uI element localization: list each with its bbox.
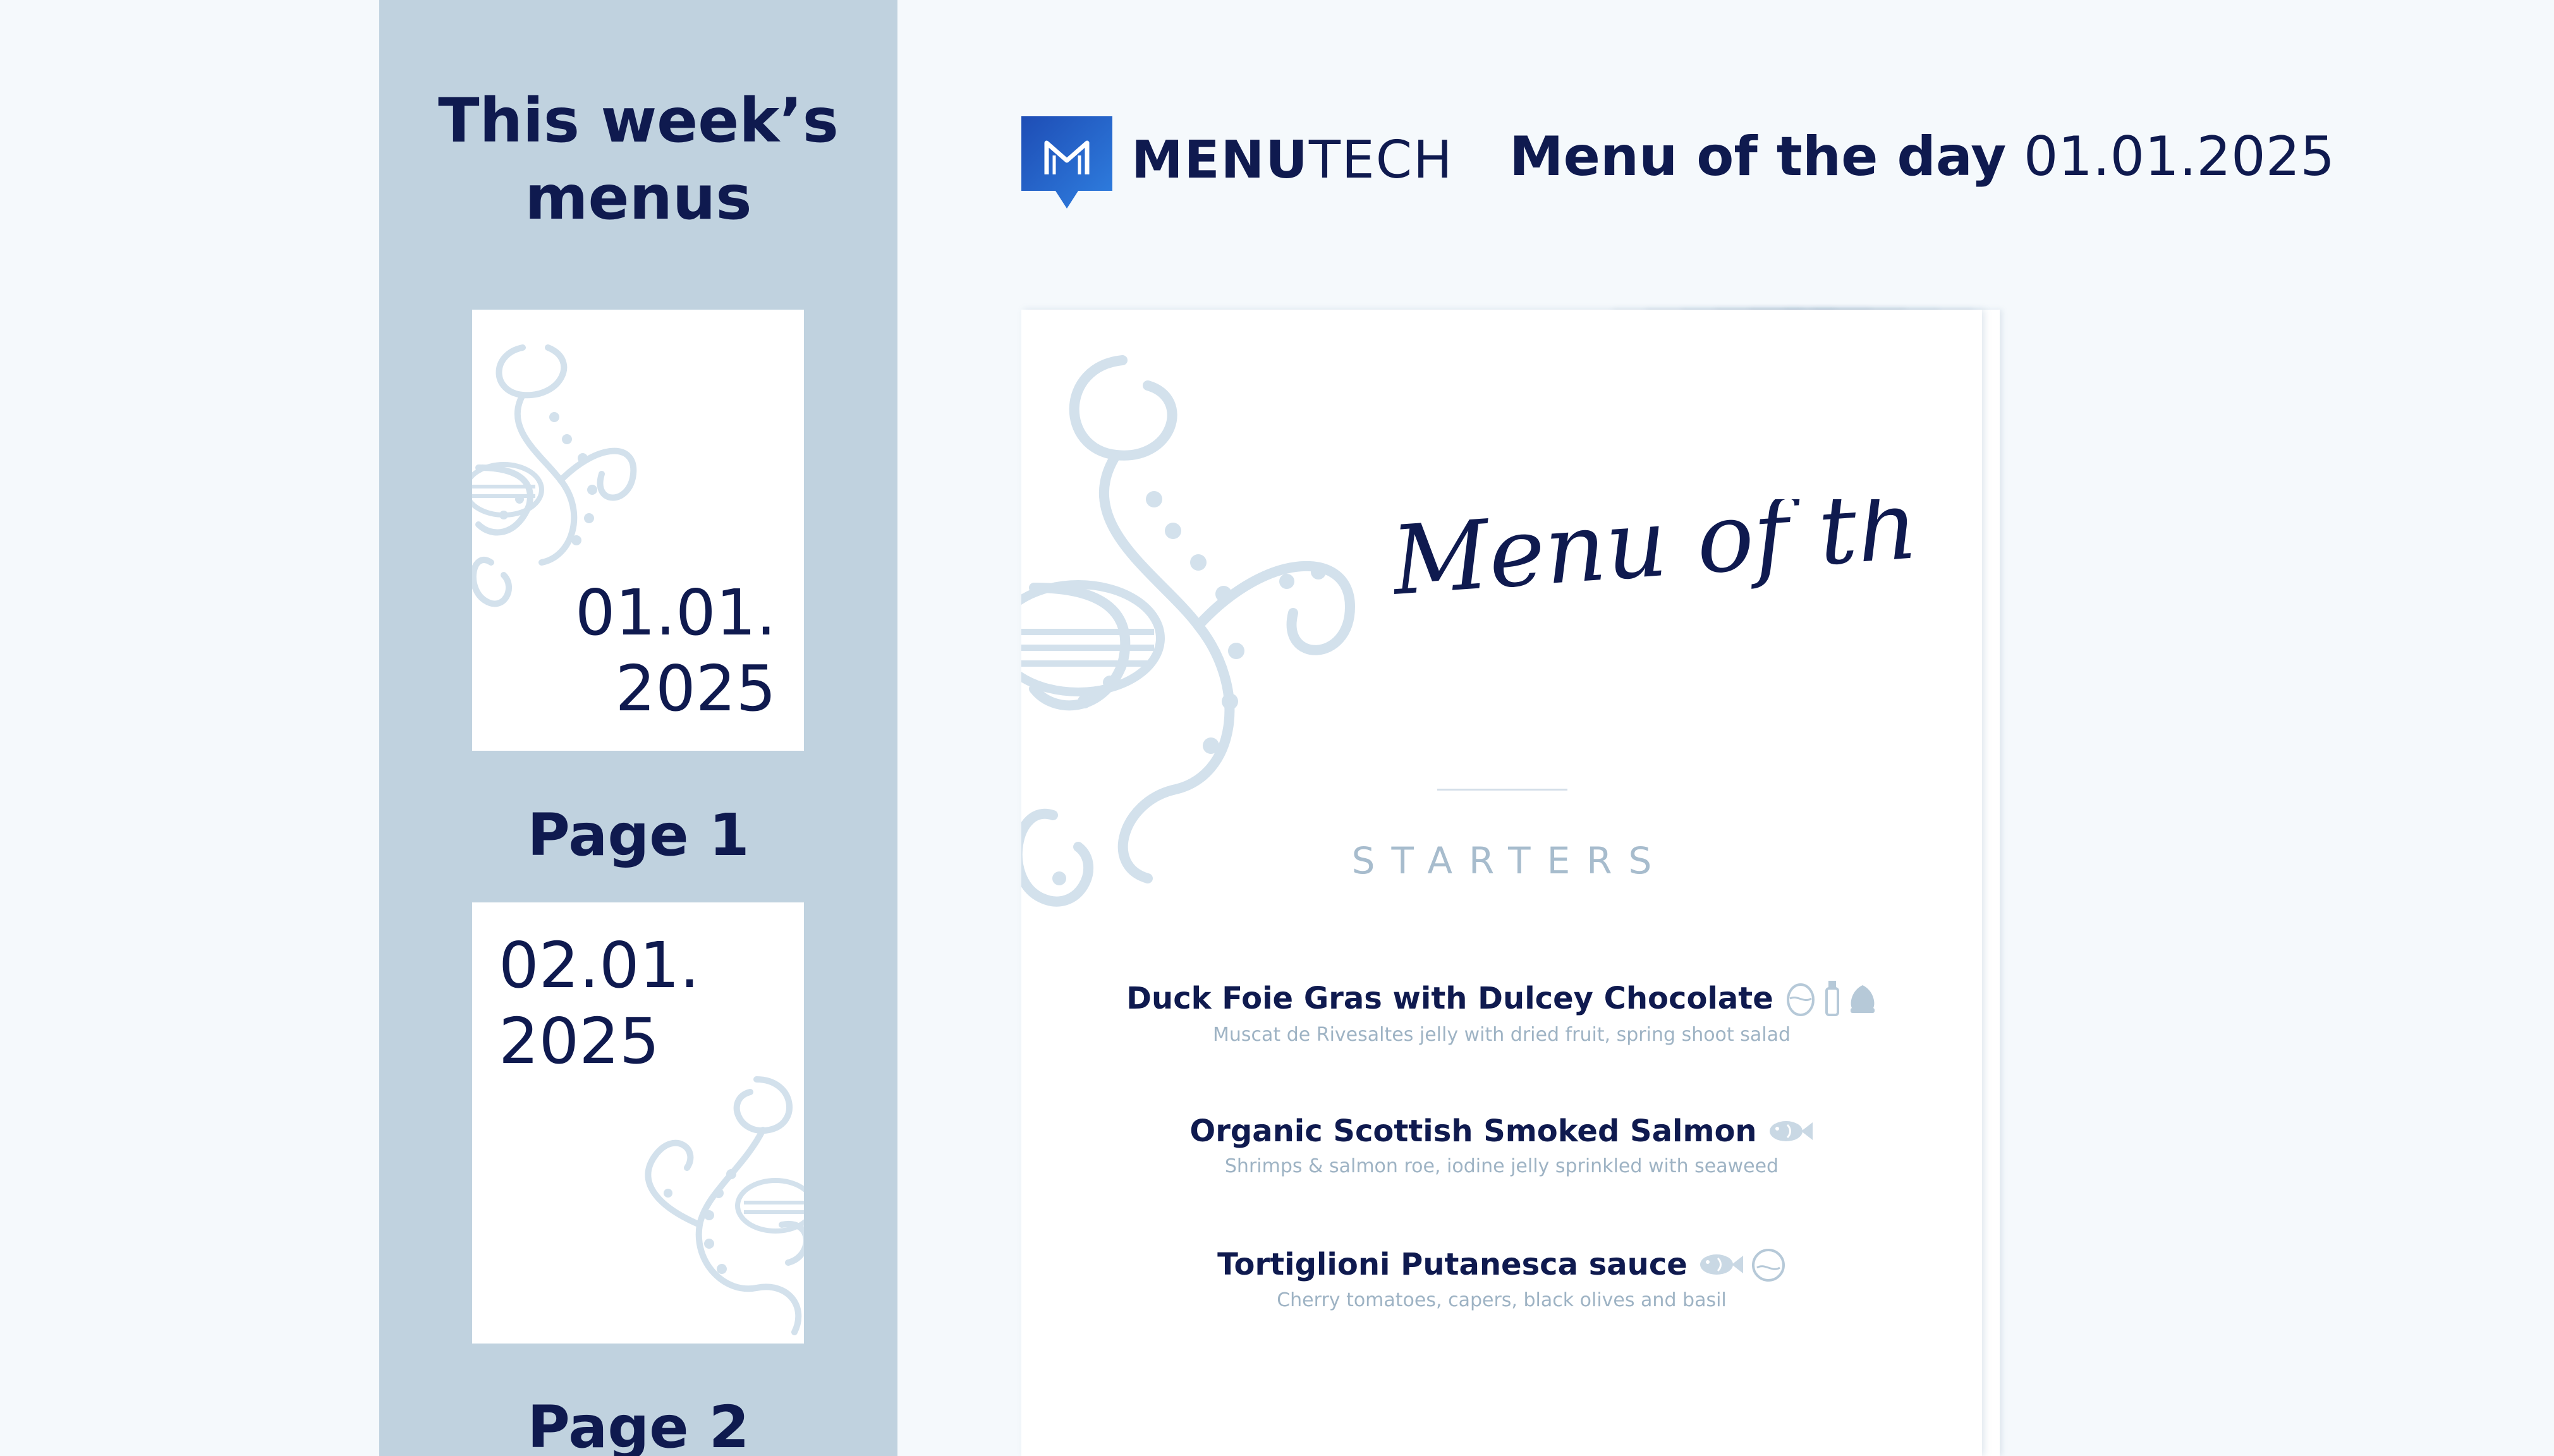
page-1-date: 01.01. 2025 [575,576,776,725]
dish-description: Cherry tomatoes, capers, black olives an… [1277,1289,1727,1311]
dish-name: Organic Scottish Smoked Salmon [1189,1113,1757,1149]
menu-item[interactable]: Organic Scottish Smoked Salmon Shrimps &… [1021,1113,1982,1177]
page-2-date: 02.01. 2025 [499,928,700,1078]
page-1-thumbnail[interactable]: 01.01. 2025 [472,310,804,751]
milk-bottle-icon [1825,981,1839,1016]
sidebar-title: This week’s menus [438,85,839,233]
brand-name-bold: MENU [1131,130,1309,190]
page-1-label[interactable]: Page 1 [379,801,897,869]
dish-description: Muscat de Rivesaltes jelly with dried fr… [1213,1024,1791,1046]
page-title-label: Menu of the day [1509,125,2007,188]
dish-description: Shrimps & salmon roe, iodine jelly sprin… [1224,1155,1779,1177]
section-title: STARTERS [1351,839,1669,882]
fish-icon [1769,1121,1813,1141]
menutech-logo-icon [1021,116,1112,209]
brand-name-light: TECH [1308,130,1454,190]
page-title: Menu of the day 01.01.2025 [1509,125,2335,188]
octopus-illustration [645,1076,804,1335]
menu-page: Menu of the day STARTERS Duck Foie Gras … [1021,310,1982,1456]
dish-name: Duck Foie Gras with Dulcey Chocolate [1126,981,1773,1016]
page-2-thumbnail[interactable]: 02.01. 2025 [472,902,804,1344]
menu-script-title: Menu of the day [1394,499,1912,617]
fish-icon [1700,1254,1743,1275]
dish-name: Tortiglioni Putanesca sauce [1217,1247,1687,1282]
page-title-date: 01.01.2025 [2023,125,2335,188]
sidebar: This week’s menus 01.01. 2025 Page 1 02. [379,0,897,1456]
egg-icon [1751,1249,1785,1282]
menu-script-title-text: Menu of the day [1394,499,1912,617]
menu-item[interactable]: Duck Foie Gras with Dulcey Chocolate Mus… [1021,980,1982,1046]
nut-icon [1850,985,1875,1013]
egg-icon [1786,983,1815,1016]
page-2-label[interactable]: Page 2 [379,1393,897,1456]
brand-name: MENUTECH [1131,130,1454,190]
section-divider [1437,789,1567,791]
menu-item[interactable]: Tortiglioni Putanesca sauce Cherry tomat… [1021,1246,1982,1311]
